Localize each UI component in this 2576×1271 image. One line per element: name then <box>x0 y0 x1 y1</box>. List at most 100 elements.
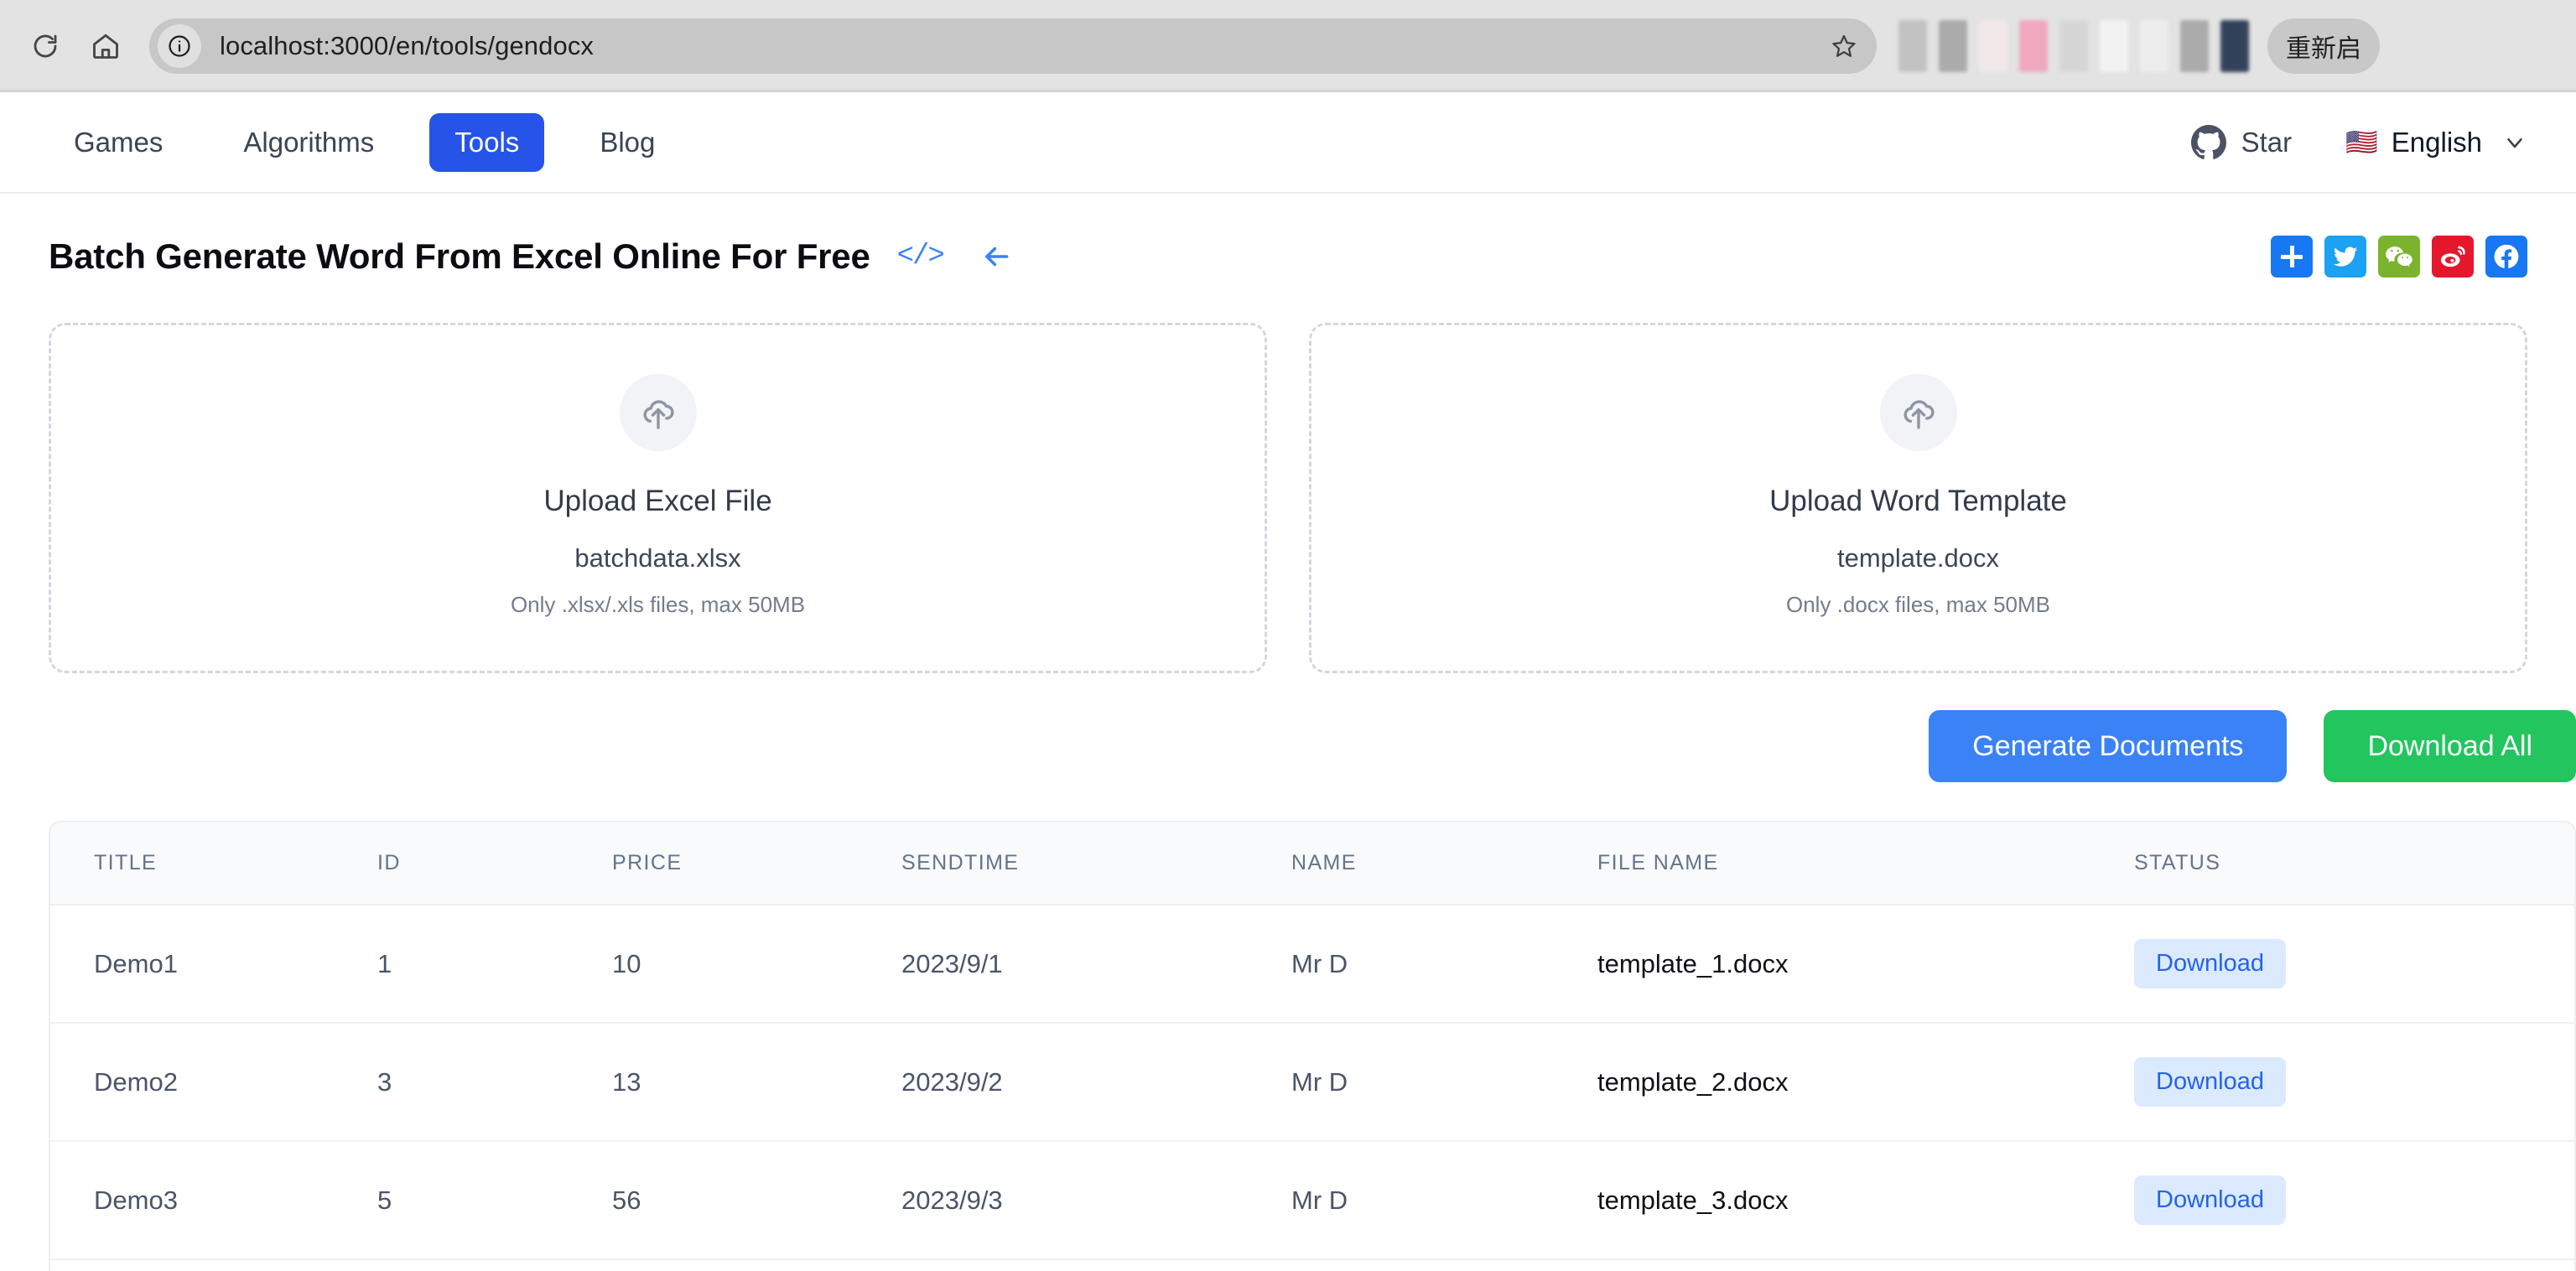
extension-icon[interactable] <box>2220 20 2249 72</box>
cell-filename: template_4.docx <box>1597 1259 2134 1271</box>
cell-filename: template_3.docx <box>1597 1141 2134 1260</box>
bookmark-star-icon[interactable] <box>1820 22 1868 70</box>
cell-id: 5 <box>377 1141 612 1260</box>
download-row-button[interactable]: Download <box>2134 1057 2286 1107</box>
generate-documents-button[interactable]: Generate Documents <box>1929 710 2288 782</box>
cloud-upload-icon <box>1879 374 1957 451</box>
cell-price: 56 <box>612 1141 901 1260</box>
page-content: Batch Generate Word From Excel Online Fo… <box>0 205 2576 1271</box>
source-code-icon[interactable]: </> <box>897 241 945 272</box>
extension-icon[interactable] <box>2019 20 2048 72</box>
upload-excel-title: Upload Excel File <box>543 485 772 517</box>
column-header-status: STATUS <box>2134 822 2574 905</box>
table-row: Demo2 3 13 2023/9/2 Mr D template_2.docx… <box>50 1023 2574 1142</box>
extension-icon[interactable] <box>2180 20 2209 72</box>
cell-filename: template_1.docx <box>1597 905 2134 1024</box>
cell-sendtime: 2023/9/1 <box>901 905 1291 1024</box>
language-selector[interactable]: 🇺🇸 English <box>2345 127 2527 158</box>
column-header-sendtime: SENDTIME <box>901 822 1291 905</box>
cell-title: Demo1 <box>50 905 377 1024</box>
cloud-upload-icon <box>619 374 697 451</box>
browser-toolbar: localhost:3000/en/tools/gendocx 重新启 <box>0 0 2576 92</box>
cell-sendtime: 2023/9/3 <box>901 1141 1291 1260</box>
upload-excel-dropzone[interactable]: Upload Excel File batchdata.xlsx Only .x… <box>49 323 1267 673</box>
extension-icon[interactable] <box>2059 20 2088 72</box>
nav-item-games[interactable]: Games <box>49 113 188 172</box>
nav-item-algorithms[interactable]: Algorithms <box>218 113 399 172</box>
chevron-down-icon[interactable] <box>2496 130 2527 155</box>
nav-item-tools[interactable]: Tools <box>429 112 545 172</box>
cell-price: 13 <box>612 1023 901 1142</box>
cell-id: 3 <box>377 1023 612 1142</box>
share-twitter-button[interactable] <box>2324 236 2366 278</box>
nav-actions: Star 🇺🇸 English <box>2190 124 2527 160</box>
github-star-button[interactable]: Star <box>2190 124 2293 160</box>
results-table-element: TITLE ID PRICE SENDTIME NAME FILE NAME S… <box>50 822 2574 1271</box>
restore-session-button[interactable]: 重新启 <box>2267 18 2380 74</box>
extension-icon[interactable] <box>2100 20 2128 72</box>
table-body: Demo1 1 10 2023/9/1 Mr D template_1.docx… <box>50 905 2574 1271</box>
extension-icon[interactable] <box>1939 20 1967 72</box>
address-bar[interactable]: localhost:3000/en/tools/gendocx <box>149 18 1877 74</box>
upload-word-dropzone[interactable]: Upload Word Template template.docx Only … <box>1309 323 2527 673</box>
github-star-label: Star <box>2241 126 2293 158</box>
nav-item-blog[interactable]: Blog <box>574 113 680 172</box>
toolbar-divider <box>0 90 2576 92</box>
us-flag-icon: 🇺🇸 <box>2345 127 2378 157</box>
cell-status: Download <box>2134 1259 2574 1271</box>
cell-price: 10 <box>612 905 901 1024</box>
nav-links: Games Algorithms Tools Blog <box>49 112 710 172</box>
share-weibo-button[interactable] <box>2432 236 2474 278</box>
site-info-icon[interactable] <box>158 24 201 68</box>
github-icon <box>2190 124 2226 160</box>
download-row-button[interactable]: Download <box>2134 939 2286 988</box>
extension-icon[interactable] <box>1979 20 2007 72</box>
download-all-button[interactable]: Download All <box>2324 710 2576 782</box>
download-row-button[interactable]: Download <box>2134 1175 2286 1225</box>
extension-icon[interactable] <box>2140 20 2168 72</box>
share-facebook-button[interactable] <box>2485 236 2527 278</box>
upload-excel-hint: Only .xlsx/.xls files, max 50MB <box>510 592 806 617</box>
column-header-id: ID <box>377 822 612 905</box>
cell-name: Mr D <box>1291 1259 1597 1271</box>
reload-icon[interactable] <box>15 16 75 76</box>
cell-price: 13 <box>612 1259 901 1271</box>
cell-sendtime: 2023/9/4 <box>901 1259 1291 1271</box>
url-text: localhost:3000/en/tools/gendocx <box>220 31 595 60</box>
table-row: Demo4 8 13 2023/9/4 Mr D template_4.docx… <box>50 1259 2574 1271</box>
extension-tray[interactable] <box>1898 20 2249 72</box>
table-header-row: TITLE ID PRICE SENDTIME NAME FILE NAME S… <box>50 822 2574 905</box>
language-label: English <box>2391 126 2482 158</box>
upload-word-hint: Only .docx files, max 50MB <box>1786 592 2050 617</box>
cell-status: Download <box>2134 1141 2574 1260</box>
page-header: Batch Generate Word From Excel Online Fo… <box>49 205 2527 308</box>
cell-id: 8 <box>377 1259 612 1271</box>
extension-icon[interactable] <box>1898 20 1927 72</box>
site-navbar: Games Algorithms Tools Blog Star 🇺🇸 Engl… <box>0 92 2576 194</box>
cell-name: Mr D <box>1291 1023 1597 1142</box>
cell-title: Demo2 <box>50 1023 377 1142</box>
table-row: Demo1 1 10 2023/9/1 Mr D template_1.docx… <box>50 905 2574 1024</box>
cell-name: Mr D <box>1291 905 1597 1024</box>
share-wechat-button[interactable] <box>2378 236 2420 278</box>
share-buttons <box>2271 236 2527 278</box>
upload-excel-filename: batchdata.xlsx <box>574 543 741 573</box>
cell-title: Demo3 <box>50 1141 377 1260</box>
column-header-price: PRICE <box>612 822 901 905</box>
cell-status: Download <box>2134 1023 2574 1142</box>
upload-word-title: Upload Word Template <box>1769 485 2067 517</box>
home-icon[interactable] <box>75 16 136 76</box>
back-arrow-icon[interactable] <box>980 241 1012 272</box>
table-head: TITLE ID PRICE SENDTIME NAME FILE NAME S… <box>50 822 2574 905</box>
cell-status: Download <box>2134 905 2574 1024</box>
column-header-name: NAME <box>1291 822 1597 905</box>
results-table: TITLE ID PRICE SENDTIME NAME FILE NAME S… <box>49 821 2576 1271</box>
share-more-button[interactable] <box>2271 236 2313 278</box>
action-buttons: Generate Documents Download All <box>49 710 2576 782</box>
cell-filename: template_2.docx <box>1597 1023 2134 1142</box>
cell-sendtime: 2023/9/2 <box>901 1023 1291 1142</box>
cell-title: Demo4 <box>50 1259 377 1271</box>
table-row: Demo3 5 56 2023/9/3 Mr D template_3.docx… <box>50 1141 2574 1260</box>
upload-word-filename: template.docx <box>1837 543 1999 573</box>
column-header-filename: FILE NAME <box>1597 822 2134 905</box>
